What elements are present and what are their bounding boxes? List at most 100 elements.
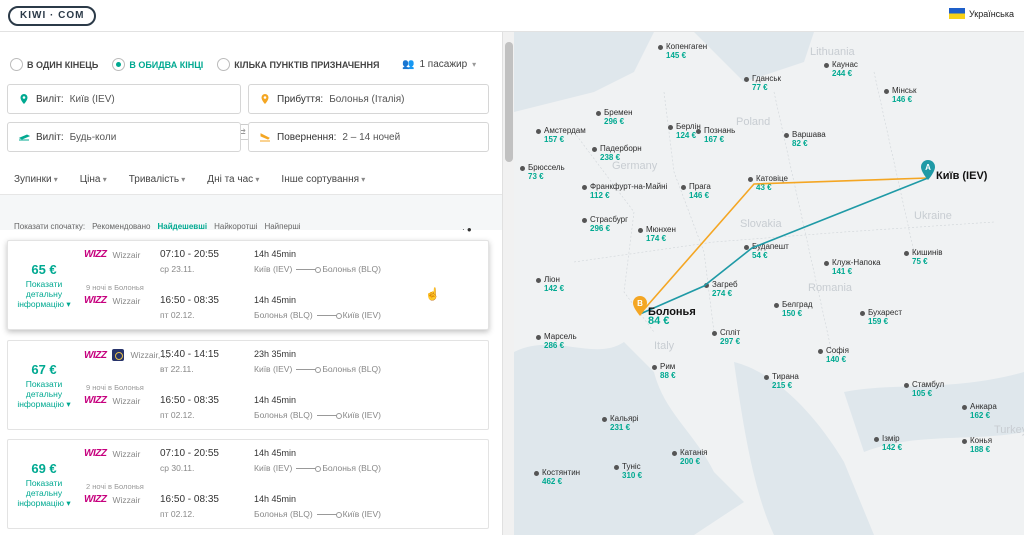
map-city[interactable]: Ліон 142 € (544, 275, 564, 293)
sort-cheapest[interactable]: Найдешевші (158, 222, 208, 231)
map-city[interactable]: Прага 146 € (689, 182, 711, 200)
city-dot-icon[interactable] (774, 303, 779, 308)
map-city[interactable]: Бремен 296 € (604, 108, 633, 126)
result-card[interactable]: 65 € Показати детальну інформацію ▾ WIZZ Wi… (7, 240, 489, 330)
map-city[interactable]: Конья 188 € (970, 436, 992, 454)
map-city[interactable]: Белград 150 € (782, 300, 813, 318)
map-city[interactable]: Ізмір 142 € (882, 434, 902, 452)
sort-shortest[interactable]: Найкоротші (214, 222, 257, 231)
destination-field[interactable]: Прибуття: Болонья (Італія) (248, 84, 489, 114)
map-city[interactable]: Клуж-Напока 141 € (832, 258, 881, 276)
map-city[interactable]: Туніс 310 € (622, 462, 642, 480)
city-dot-icon[interactable] (818, 349, 823, 354)
show-details-link[interactable]: Показати детальну інформацію ▾ (17, 478, 70, 508)
trip-type-one-way[interactable]: В ОДИН КІНЕЦЬ (10, 58, 98, 71)
map-city[interactable]: Страсбург 296 € (590, 215, 628, 233)
city-dot-icon[interactable] (704, 283, 709, 288)
city-dot-icon[interactable] (712, 331, 717, 336)
city-dot-icon[interactable] (696, 129, 701, 134)
city-dot-icon[interactable] (652, 365, 657, 370)
city-dot-icon[interactable] (884, 89, 889, 94)
map-city[interactable]: Кишинів 75 € (912, 248, 942, 266)
city-dot-icon[interactable] (596, 111, 601, 116)
language-selector[interactable]: Українська (948, 8, 1014, 19)
map-city[interactable]: Мінськ 146 € (892, 86, 917, 104)
map-city[interactable]: Софія 140 € (826, 346, 849, 364)
map-city[interactable]: Загреб 274 € (712, 280, 738, 298)
map-city[interactable]: Спліт 297 € (720, 328, 740, 346)
departure-date-field[interactable]: Виліт: Будь-коли (7, 122, 241, 152)
map-city[interactable]: Бухарест 159 € (868, 308, 902, 326)
filter-price[interactable]: Ціна (80, 174, 107, 185)
city-dot-icon[interactable] (668, 125, 673, 130)
map-city[interactable]: Кальярі 231 € (610, 414, 639, 432)
passengers-selector[interactable]: 👥 1 пасажир ▾ (402, 59, 476, 70)
sort-earliest[interactable]: Найперші (264, 222, 300, 231)
map-city[interactable]: Брюссель 73 € (528, 163, 565, 181)
return-date-field[interactable]: Повернення: 2 – 14 ночей (248, 122, 489, 152)
destination-pin[interactable]: B (632, 296, 648, 316)
show-details-link[interactable]: Показати детальну інформацію ▾ (17, 379, 70, 409)
city-dot-icon[interactable] (824, 261, 829, 266)
city-dot-icon[interactable] (904, 251, 909, 256)
map-city[interactable]: Катанія 200 € (680, 448, 707, 466)
city-dot-icon[interactable] (962, 439, 967, 444)
city-dot-icon[interactable] (536, 129, 541, 134)
view-toggle-dots[interactable]: · ● (462, 225, 472, 234)
city-dot-icon[interactable] (520, 166, 525, 171)
result-card[interactable]: 69 € Показати детальну інформацію ▾ WIZZ Wi… (7, 439, 489, 529)
map-city[interactable]: Франкфурт-на-Майні 112 € (590, 182, 667, 200)
city-dot-icon[interactable] (582, 185, 587, 190)
filter-days-time[interactable]: Дні та час (207, 174, 259, 185)
city-dot-icon[interactable] (904, 383, 909, 388)
city-dot-icon[interactable] (744, 77, 749, 82)
city-dot-icon[interactable] (744, 245, 749, 250)
city-dot-icon[interactable] (874, 437, 879, 442)
map-city[interactable]: Рим 88 € (660, 362, 676, 380)
city-dot-icon[interactable] (681, 185, 686, 190)
origin-field[interactable]: Виліт: Київ (IEV) (7, 84, 241, 114)
map-city[interactable]: Падерборн 238 € (600, 144, 642, 162)
map-city[interactable]: Каунас 244 € (832, 60, 858, 78)
city-dot-icon[interactable] (536, 278, 541, 283)
results-scrollbar[interactable] (502, 32, 514, 535)
kiwi-logo[interactable]: KIWI · COM (8, 6, 97, 26)
origin-pin-label[interactable]: Київ (IEV) (936, 171, 987, 182)
scrollbar-thumb[interactable] (505, 42, 513, 162)
map-city[interactable]: Копенгаген 145 € (666, 42, 707, 60)
city-dot-icon[interactable] (764, 375, 769, 380)
city-dot-icon[interactable] (672, 451, 677, 456)
city-dot-icon[interactable] (658, 45, 663, 50)
city-dot-icon[interactable] (602, 417, 607, 422)
map-city[interactable]: Мюнхен 174 € (646, 225, 676, 243)
city-dot-icon[interactable] (534, 471, 539, 476)
city-dot-icon[interactable] (860, 311, 865, 316)
map-city[interactable]: Тирана 215 € (772, 372, 799, 390)
map-city[interactable]: Гданськ 77 € (752, 74, 781, 92)
city-dot-icon[interactable] (582, 218, 587, 223)
filter-duration[interactable]: Тривалість (129, 174, 186, 185)
map-city[interactable]: Костянтин 462 € (542, 468, 580, 486)
filter-stops[interactable]: Зупинки (14, 174, 58, 185)
city-dot-icon[interactable] (824, 63, 829, 68)
map-city[interactable]: Анкара 162 € (970, 402, 997, 420)
city-dot-icon[interactable] (748, 177, 753, 182)
city-dot-icon[interactable] (784, 133, 789, 138)
map-city[interactable]: Марсель 286 € (544, 332, 577, 350)
map-city[interactable]: Стамбул 105 € (912, 380, 944, 398)
filter-other-sort[interactable]: Інше сортування (281, 174, 365, 185)
trip-type-multi[interactable]: КІЛЬКА ПУНКТІВ ПРИЗНАЧЕННЯ (217, 58, 380, 71)
destination-pin-label[interactable]: Болонья 84 € (648, 307, 696, 327)
city-dot-icon[interactable] (962, 405, 967, 410)
map-city[interactable]: Амстердам 157 € (544, 126, 586, 144)
origin-pin[interactable]: A (920, 160, 936, 180)
city-dot-icon[interactable] (638, 228, 643, 233)
city-dot-icon[interactable] (536, 335, 541, 340)
map-city[interactable]: Варшава 82 € (792, 130, 826, 148)
trip-type-return[interactable]: В ОБИДВА КІНЦІ (112, 58, 203, 71)
sort-recommended[interactable]: Рекомендовано (92, 222, 150, 231)
map-city[interactable]: Катовіце 43 € (756, 174, 788, 192)
result-card[interactable]: 67 € Показати детальну інформацію ▾ WIZZ Wi… (7, 340, 489, 430)
map-view[interactable]: Lithuania Poland Germany Ukraine Slovakia Rom… (514, 32, 1024, 535)
map-city[interactable]: Познань 167 € (704, 126, 735, 144)
